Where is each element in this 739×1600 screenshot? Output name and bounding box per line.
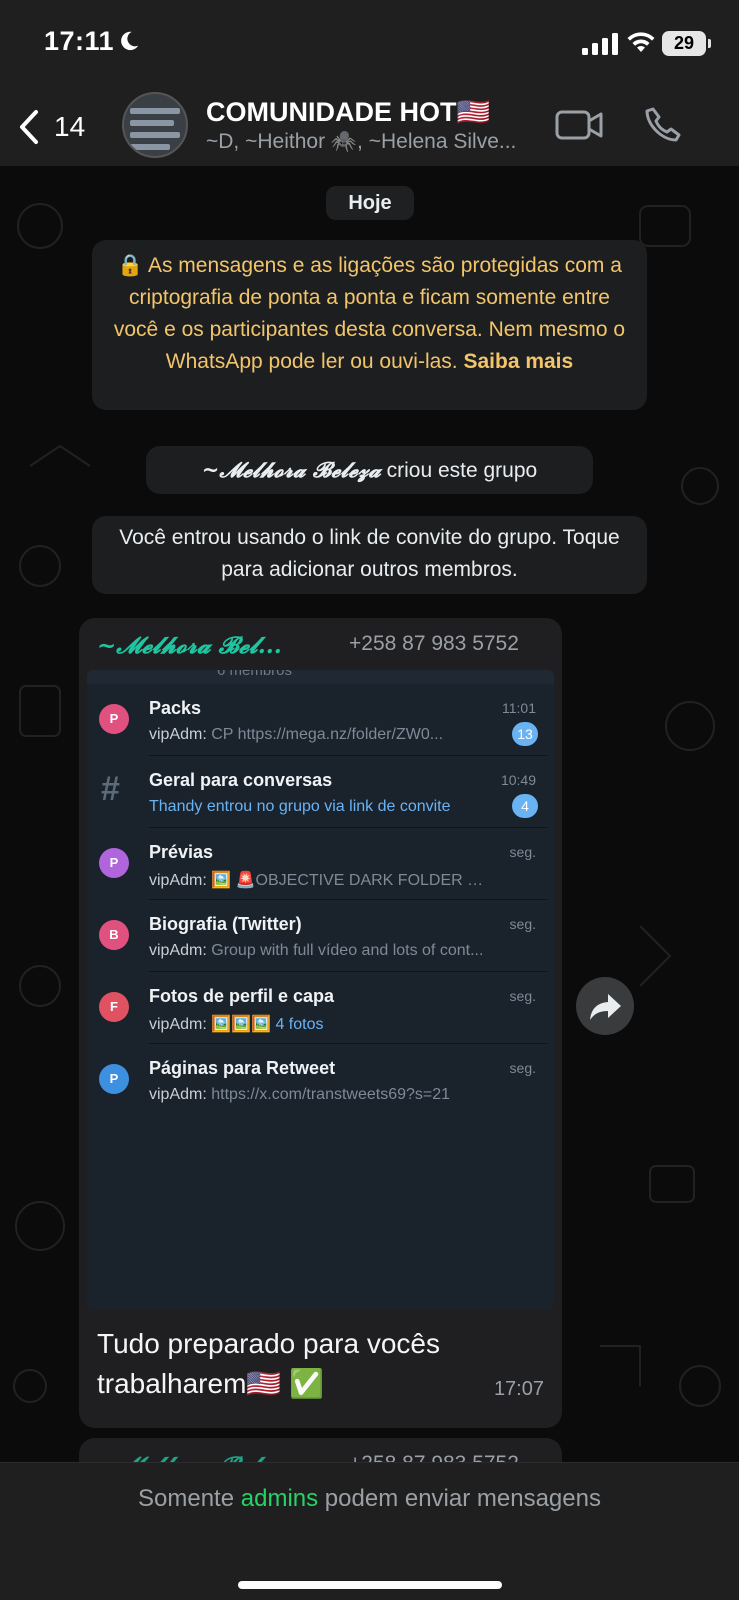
notice-suffix: podem enviar mensagens <box>324 1485 601 1512</box>
joined-notice[interactable]: Você entrou usando o link de convite do … <box>92 516 647 594</box>
list-item: P Prévias seg. vipAdm: 🖼️ 🚨OBJECTIVE DAR… <box>87 828 554 900</box>
preview-author: vipAdm: <box>149 872 207 889</box>
channel-time: seg. <box>509 1060 536 1076</box>
status-time: 17:11 <box>44 26 115 56</box>
channel-time: 10:49 <box>500 772 536 788</box>
composer-disabled-bar: Somente admins podem enviar mensagens <box>0 1462 739 1600</box>
battery-icon: 29 <box>662 31 711 56</box>
unread-badge: 13 <box>512 722 538 746</box>
attached-image[interactable]: 6 membros P Packs 11:01 vipAdm: CP https… <box>87 670 554 1310</box>
sender-name[interactable]: ~𝓜𝓮𝓵𝓱𝓸𝓻𝓪 𝓑𝓮𝓵... <box>97 632 282 659</box>
preview-text: Group with full vídeo and lots of cont..… <box>211 942 484 959</box>
preview-author: vipAdm: <box>149 1086 207 1103</box>
message-bubble[interactable]: ~𝓜𝓮𝓵𝓱𝓸𝓻𝓪 𝓑𝓮𝓵... +258 87 983 5752 <box>79 1438 562 1462</box>
moon-icon <box>121 31 139 51</box>
channel-preview: vipAdm: 🖼️ 🚨OBJECTIVE DARK FOLDER 😈... <box>149 870 484 890</box>
preview-text: https://x.com/transtweets69?s=21 <box>211 1086 451 1103</box>
list-item: P Packs 11:01 vipAdm: CP https://mega.nz… <box>87 684 554 756</box>
channel-avatar: B <box>99 920 129 950</box>
message-bubble[interactable]: ~𝓜𝓮𝓵𝓱𝓸𝓻𝓪 𝓑𝓮𝓵... +258 87 983 5752 6 membr… <box>79 618 562 1428</box>
forward-button[interactable] <box>576 977 634 1035</box>
channel-avatar: P <box>99 1064 129 1094</box>
channel-name: Fotos de perfil e capa <box>149 986 335 1006</box>
group-title[interactable]: COMUNIDADE HOT🇺🇸 <box>206 96 490 128</box>
date-divider: Hoje <box>326 186 414 220</box>
hash-icon: # <box>101 770 120 808</box>
message-text: Tudo preparado para vocês trabalharem🇺🇸 … <box>97 1328 440 1399</box>
channel-name: Geral para conversas <box>149 770 333 790</box>
sender-phone[interactable]: +258 87 983 5752 <box>349 632 519 656</box>
list-item: P Páginas para Retweet seg. vipAdm: http… <box>87 1044 554 1116</box>
home-indicator[interactable] <box>238 1581 502 1589</box>
cellular-signal-icon <box>582 33 618 55</box>
encryption-notice[interactable]: 🔒 As mensagens e as ligações são protegi… <box>92 240 647 410</box>
video-call-icon[interactable] <box>555 108 603 142</box>
channel-time: seg. <box>509 844 536 860</box>
group-created-notice: ~𝓜𝓮𝓵𝓱𝓸𝓻𝓪 𝓑𝓮𝓵𝓮𝔃𝓪 criou este grupo <box>146 446 593 494</box>
sender-phone[interactable]: +258 87 983 5752 <box>349 1452 519 1462</box>
back-button[interactable]: 14 <box>18 102 98 152</box>
list-item: # Geral para conversas 10:49 Thandy entr… <box>87 756 554 828</box>
preview-author: vipAdm: <box>149 1016 207 1033</box>
created-text: criou este grupo <box>386 459 538 482</box>
channel-avatar: F <box>99 992 129 1022</box>
lock-icon: 🔒 <box>117 254 144 277</box>
wifi-icon <box>627 32 655 52</box>
unread-count: 14 <box>54 111 86 142</box>
list-item: F Fotos de perfil e capa seg. vipAdm: 🖼️… <box>87 972 554 1044</box>
chevron-left-icon <box>20 110 38 144</box>
channel-preview: Thandy entrou no grupo via link de convi… <box>149 798 451 815</box>
channel-avatar: P <box>99 704 129 734</box>
admins-only-notice: Somente admins podem enviar mensagens <box>0 1485 739 1513</box>
chat-header: 14 COMUNIDADE HOT🇺🇸 ~D, ~Heithor 🕷️, ~He… <box>0 88 739 166</box>
preview-author: vipAdm: <box>149 942 207 959</box>
sender-name[interactable]: ~𝓜𝓮𝓵𝓱𝓸𝓻𝓪 𝓑𝓮𝓵... <box>97 1452 282 1462</box>
channel-name: Páginas para Retweet <box>149 1058 336 1078</box>
notice-prefix: Somente <box>138 1485 235 1512</box>
channel-name: Biografia (Twitter) <box>149 914 302 934</box>
creator-name: ~𝓜𝓮𝓵𝓱𝓸𝓻𝓪 𝓑𝓮𝓵𝓮𝔃𝓪 <box>201 457 381 482</box>
screenshot-top-text: 6 membros <box>217 670 293 679</box>
screenshot-top: 6 membros <box>87 670 554 684</box>
preview-text: CP https://mega.nz/folder/ZW0... <box>211 726 444 743</box>
unread-badge: 4 <box>512 794 538 818</box>
chat-area[interactable]: Hoje 🔒 As mensagens e as ligações são pr… <box>0 166 739 1462</box>
preview-text: 🖼️🖼️🖼️ 4 fotos <box>211 1016 324 1033</box>
group-avatar[interactable] <box>122 92 188 158</box>
forward-icon <box>590 994 621 1020</box>
channel-time: seg. <box>509 988 536 1004</box>
group-members[interactable]: ~D, ~Heithor 🕷️, ~Helena Silve... <box>206 130 541 154</box>
channel-time: 11:01 <box>502 700 536 716</box>
preview-text: 🖼️ 🚨OBJECTIVE DARK FOLDER 😈... <box>211 872 484 889</box>
channel-name: Prévias <box>149 842 214 862</box>
channel-preview: vipAdm: Group with full vídeo and lots o… <box>149 942 484 960</box>
admins-link[interactable]: admins <box>241 1485 318 1512</box>
channel-name: Packs <box>149 698 202 718</box>
list-item: B Biografia (Twitter) seg. vipAdm: Group… <box>87 900 554 972</box>
channel-preview: vipAdm: https://x.com/transtweets69?s=21 <box>149 1086 484 1104</box>
learn-more-link[interactable]: Saiba mais <box>463 350 573 373</box>
channel-preview: vipAdm: CP https://mega.nz/folder/ZW0... <box>149 726 484 744</box>
phone-call-icon[interactable] <box>644 106 682 144</box>
channel-time: seg. <box>509 916 536 932</box>
message-time: 17:07 <box>493 1378 544 1400</box>
status-bar: 17:11 29 <box>0 0 739 88</box>
channel-avatar: P <box>99 848 129 878</box>
channel-preview: vipAdm: 🖼️🖼️🖼️ 4 fotos <box>149 1014 484 1034</box>
preview-author: vipAdm: <box>149 726 207 743</box>
